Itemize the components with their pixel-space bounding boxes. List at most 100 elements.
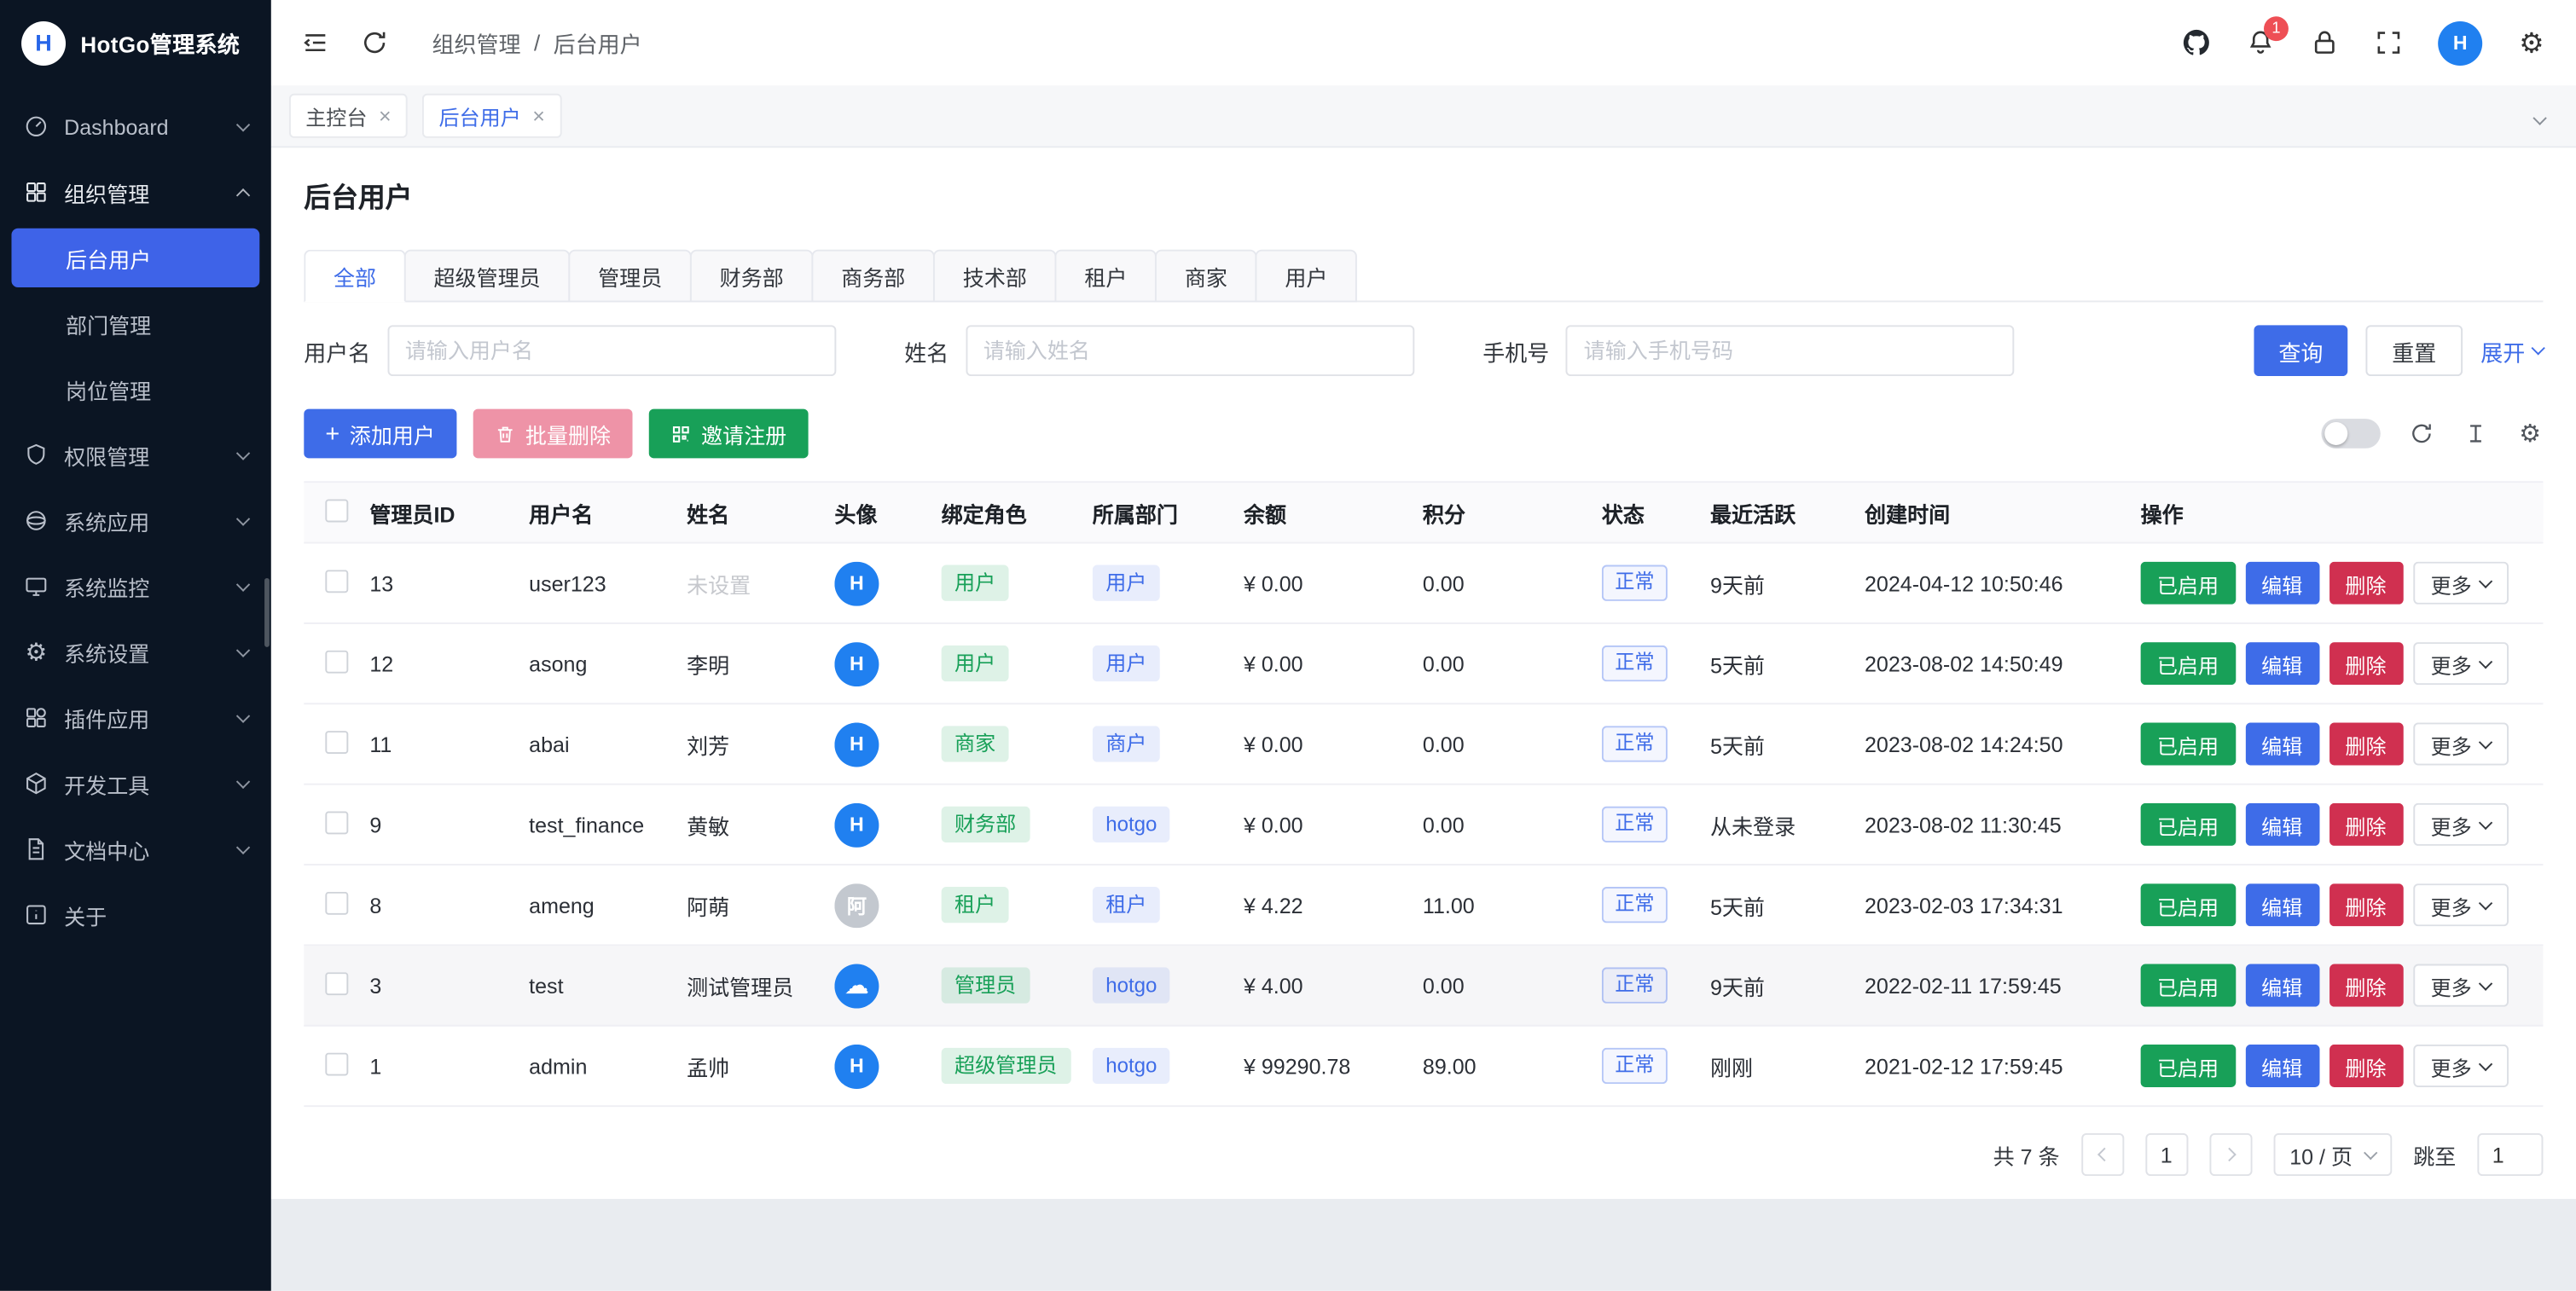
invite-register-button[interactable]: 邀请注册 [648, 409, 808, 459]
gear-icon[interactable]: ⚙ [2517, 28, 2547, 58]
sidebar-item-label: 组织管理 [64, 177, 149, 208]
enabled-button[interactable]: 已启用 [2141, 562, 2236, 605]
cell-username: abai [529, 732, 687, 756]
sidebar-item-dept-management[interactable]: 部门管理 [0, 291, 271, 356]
cell-id: 11 [369, 732, 529, 756]
striped-toggle[interactable] [2321, 419, 2380, 449]
user-avatar[interactable]: H [2438, 20, 2482, 65]
role-tab-tenant[interactable]: 租户 [1055, 250, 1157, 303]
role-tab-super-admin[interactable]: 超级管理员 [404, 250, 571, 303]
edit-button[interactable]: 编辑 [2245, 722, 2319, 765]
delete-button[interactable]: 删除 [2329, 1045, 2403, 1087]
sidebar-item-label: 岗位管理 [66, 373, 151, 405]
row-density-icon[interactable] [2463, 420, 2489, 447]
role-tab-admin[interactable]: 管理员 [568, 250, 691, 303]
tab-console[interactable]: 主控台 [289, 94, 408, 138]
next-page-button[interactable] [2209, 1133, 2252, 1176]
sidebar-item-system-settings[interactable]: ⚙ 系统设置 [0, 619, 271, 685]
enabled-button[interactable]: 已启用 [2141, 722, 2236, 765]
delete-button[interactable]: 删除 [2329, 964, 2403, 1007]
close-icon[interactable] [379, 105, 392, 126]
enabled-button[interactable]: 已启用 [2141, 883, 2236, 926]
row-checkbox[interactable] [325, 569, 348, 592]
edit-button[interactable]: 编辑 [2245, 642, 2319, 685]
page-size-select[interactable]: 10 / 页 [2273, 1133, 2392, 1176]
edit-button[interactable]: 编辑 [2245, 883, 2319, 926]
fullscreen-icon[interactable] [2374, 28, 2404, 58]
more-button[interactable]: 更多 [2412, 642, 2508, 685]
search-button[interactable]: 查询 [2254, 325, 2347, 376]
prev-page-button[interactable] [2081, 1133, 2124, 1176]
delete-button[interactable]: 删除 [2329, 562, 2403, 605]
role-tab-tech[interactable]: 技术部 [933, 250, 1056, 303]
role-tab-user[interactable]: 用户 [1256, 250, 1357, 303]
username-input[interactable] [387, 325, 836, 376]
more-button[interactable]: 更多 [2412, 722, 2508, 765]
sidebar-item-backend-users[interactable]: 后台用户 [11, 229, 259, 287]
row-checkbox[interactable] [325, 971, 348, 994]
chevron-down-icon [2364, 1145, 2377, 1159]
role-tab-business[interactable]: 商务部 [812, 250, 935, 303]
tabs-dropdown-chevron-icon[interactable] [2535, 101, 2558, 130]
reset-button[interactable]: 重置 [2365, 325, 2463, 376]
sidebar-item-system-monitor[interactable]: 系统监控 [0, 553, 271, 619]
add-user-button[interactable]: 添加用户 [304, 409, 456, 459]
delete-button[interactable]: 删除 [2329, 803, 2403, 846]
edit-button[interactable]: 编辑 [2245, 803, 2319, 846]
menu-collapse-icon[interactable] [300, 28, 330, 58]
row-checkbox[interactable] [325, 1052, 348, 1075]
refresh-icon[interactable] [360, 28, 390, 58]
role-tag: 超级管理员 [942, 1048, 1070, 1085]
more-button[interactable]: 更多 [2412, 883, 2508, 926]
close-icon[interactable] [532, 105, 545, 126]
row-checkbox[interactable] [325, 730, 348, 753]
more-button[interactable]: 更多 [2412, 1045, 2508, 1087]
sidebar-item-dashboard[interactable]: Dashboard [0, 94, 271, 159]
edit-button[interactable]: 编辑 [2245, 1045, 2319, 1087]
enabled-button[interactable]: 已启用 [2141, 642, 2236, 685]
enabled-button[interactable]: 已启用 [2141, 964, 2236, 1007]
mobile-input[interactable] [1565, 325, 2014, 376]
sidebar-item-org-management[interactable]: 组织管理 [0, 159, 271, 225]
delete-button[interactable]: 删除 [2329, 642, 2403, 685]
table-settings-gear-icon[interactable]: ⚙ [2517, 420, 2544, 447]
expand-button[interactable]: 展开 [2480, 334, 2543, 368]
role-tab-finance[interactable]: 财务部 [690, 250, 813, 303]
row-checkbox[interactable] [325, 650, 348, 673]
role-tab-merchant[interactable]: 商家 [1155, 250, 1256, 303]
more-button[interactable]: 更多 [2412, 803, 2508, 846]
delete-button[interactable]: 删除 [2329, 883, 2403, 926]
cell-balance: ¥ 4.00 [1244, 973, 1423, 998]
row-checkbox[interactable] [325, 810, 348, 833]
sidebar-item-devtools[interactable]: 开发工具 [0, 750, 271, 816]
page-number-button[interactable]: 1 [2145, 1133, 2188, 1176]
sidebar-item-docs[interactable]: 文档中心 [0, 816, 271, 882]
sidebar-scrollbar[interactable] [264, 578, 270, 647]
enabled-button[interactable]: 已启用 [2141, 803, 2236, 846]
sidebar-item-post-management[interactable]: 岗位管理 [0, 356, 271, 422]
sidebar-item-plugins[interactable]: 插件应用 [0, 685, 271, 750]
sidebar-item-system-app[interactable]: 系统应用 [0, 488, 271, 553]
jump-page-input[interactable] [2477, 1133, 2543, 1176]
more-button[interactable]: 更多 [2412, 964, 2508, 1007]
row-checkbox[interactable] [325, 891, 348, 914]
sidebar-item-about[interactable]: 关于 [0, 882, 271, 947]
edit-button[interactable]: 编辑 [2245, 964, 2319, 1007]
enabled-button[interactable]: 已启用 [2141, 1045, 2236, 1087]
role-tab-all[interactable]: 全部 [304, 250, 405, 303]
edit-button[interactable]: 编辑 [2245, 562, 2319, 605]
breadcrumb-parent[interactable]: 组织管理 [432, 26, 521, 60]
name-input[interactable] [966, 325, 1414, 376]
toggle-knob [2324, 422, 2347, 445]
delete-button[interactable]: 删除 [2329, 722, 2403, 765]
batch-delete-button[interactable]: 批量删除 [473, 409, 632, 459]
reload-table-icon[interactable] [2409, 420, 2435, 447]
tab-backend-users[interactable]: 后台用户 [422, 94, 561, 138]
sidebar-item-permission[interactable]: 权限管理 [0, 422, 271, 488]
select-all-checkbox[interactable] [325, 499, 348, 522]
status-badge: 正常 [1602, 807, 1668, 842]
github-icon[interactable] [2182, 28, 2212, 58]
more-button[interactable]: 更多 [2412, 562, 2508, 605]
app-logo[interactable]: H HotGo管理系统 [0, 0, 271, 85]
lock-icon[interactable] [2310, 28, 2340, 58]
